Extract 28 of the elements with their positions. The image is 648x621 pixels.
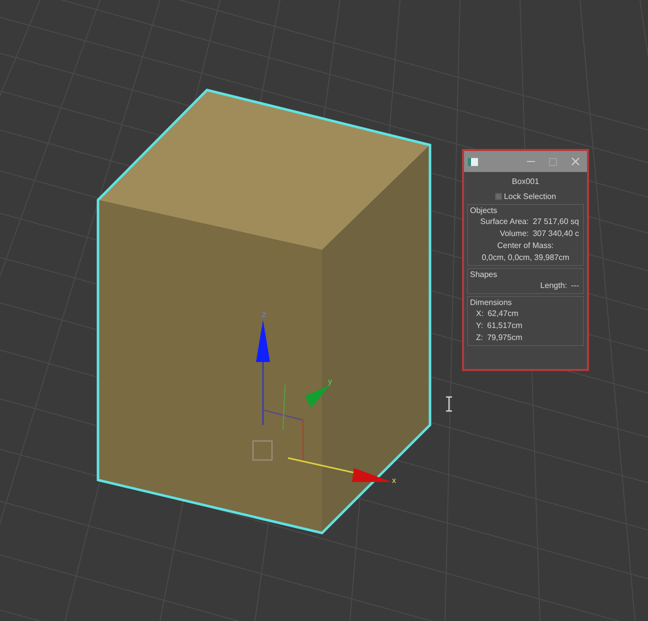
field-label: Length: [540,280,567,291]
app-icon [468,158,478,166]
field-value: 79,975cm [487,332,522,343]
field-value: 62,47cm [488,308,518,319]
field-label: Volume: [500,228,529,239]
info-text: Center of Mass: [496,240,555,251]
axis-label: x [392,476,396,485]
field-value: 307 340,40 c [532,228,579,239]
info-text: 0,0cm, 0,0cm, 39,987cm [480,252,570,263]
box-drawing[interactable] [96,88,432,534]
field-label: X: [476,308,484,319]
axis-label: z [262,310,266,319]
close-icon[interactable] [571,157,580,166]
group-heading: Dimensions [469,297,513,308]
lock-selection-checkbox[interactable] [494,193,502,200]
field-value: 27 517,60 sq [532,216,579,227]
field-label: Y: [476,320,484,331]
group-heading: Objects [469,205,498,216]
field-label: Surface Area: [480,216,529,227]
field-value: 61,517cm [487,320,522,331]
text-cursor-icon [445,396,453,412]
transform-gizmo-drawing[interactable] [252,320,392,482]
field-value: --- [571,280,579,291]
group-heading: Shapes [469,269,498,280]
object-name: Box001 [510,176,540,187]
axis-label: y [328,377,332,386]
checkbox-label: Lock Selection [504,191,556,202]
field-label: Z: [476,332,484,343]
